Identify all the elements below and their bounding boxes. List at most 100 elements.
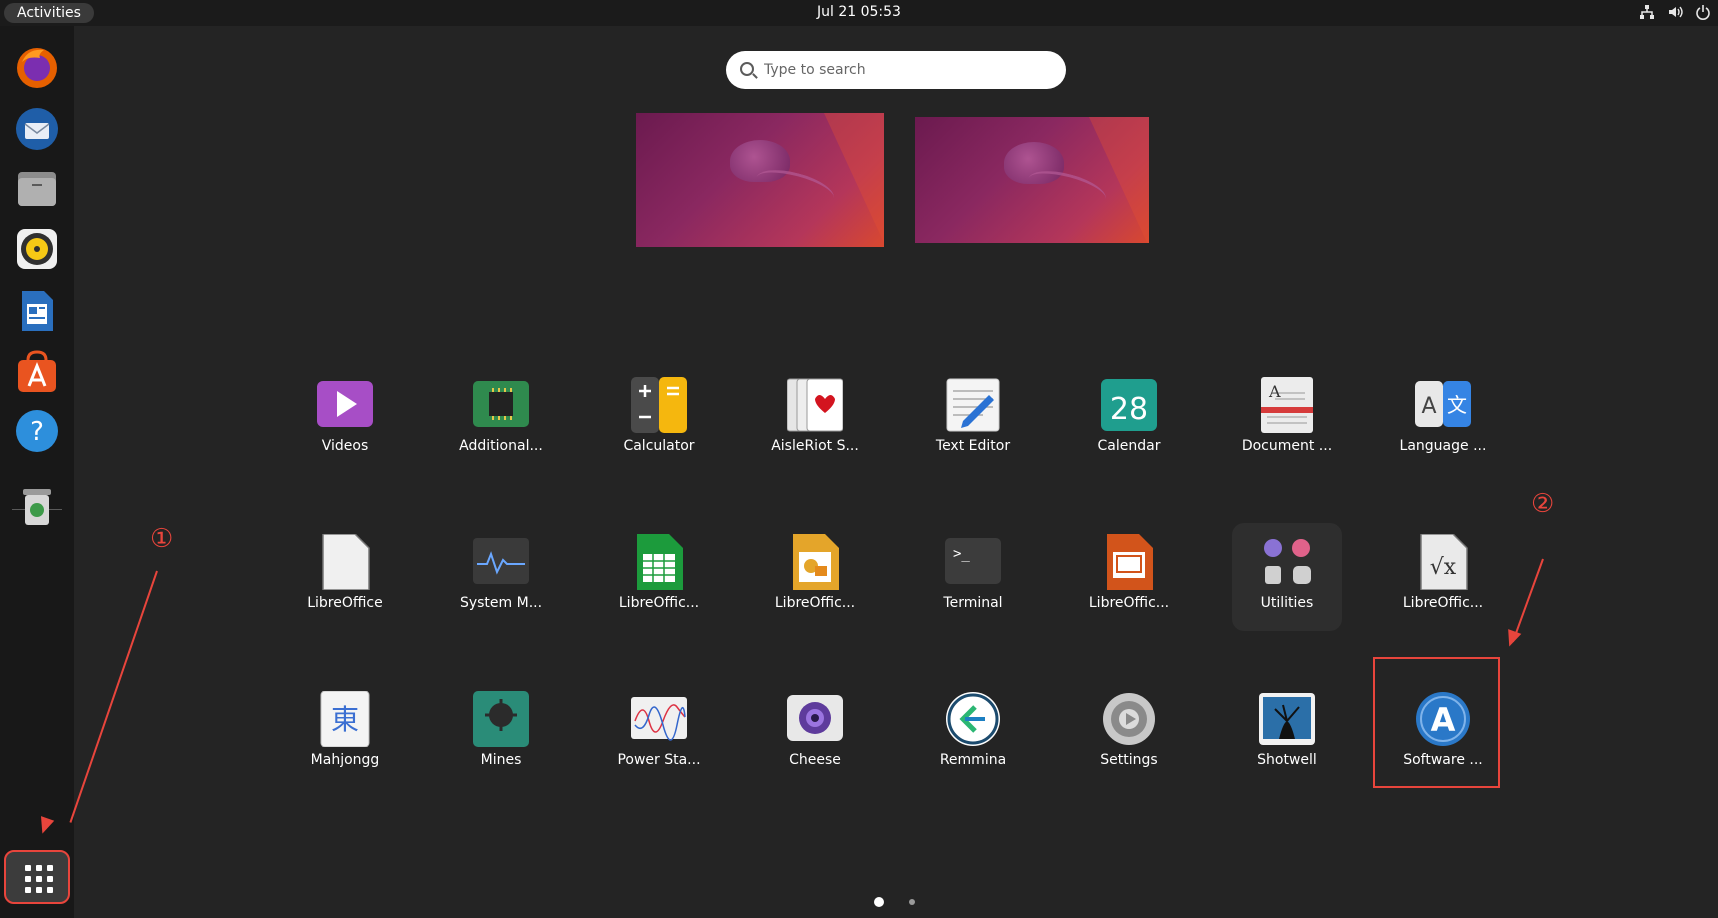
mahjongg-icon: 東 bbox=[317, 690, 373, 748]
app-cheese[interactable]: Cheese bbox=[760, 680, 870, 788]
app-calendar[interactable]: 28 Calendar bbox=[1074, 366, 1184, 474]
writer-icon[interactable] bbox=[14, 288, 60, 334]
firefox-icon[interactable] bbox=[14, 44, 60, 90]
app-label: LibreOffic... bbox=[1402, 595, 1484, 611]
impress-icon bbox=[1101, 534, 1157, 590]
app-label: Additional... bbox=[459, 438, 543, 454]
thunderbird-icon[interactable] bbox=[14, 106, 60, 152]
step-1-marker: ① bbox=[150, 524, 174, 554]
app-libreoffic[interactable]: LibreOffic... bbox=[1074, 523, 1184, 631]
text-editor-icon bbox=[945, 377, 1001, 433]
app-libreoffice[interactable]: LibreOffice bbox=[290, 523, 400, 631]
app-shotwell[interactable]: Shotwell bbox=[1232, 680, 1342, 788]
app-libreoffic[interactable]: LibreOffic... bbox=[760, 523, 870, 631]
network-icon[interactable] bbox=[1638, 4, 1656, 22]
app-label: Cheese bbox=[789, 752, 841, 768]
arrow-2-line bbox=[1511, 558, 1544, 643]
app-label: Calculator bbox=[623, 438, 695, 454]
system-monitor-icon bbox=[473, 534, 529, 590]
settings-icon bbox=[1101, 691, 1157, 747]
app-utilities[interactable]: Utilities bbox=[1232, 523, 1342, 631]
app-label: LibreOffic... bbox=[618, 595, 700, 611]
software-icon[interactable] bbox=[14, 348, 60, 394]
page-indicator-1[interactable] bbox=[874, 897, 884, 907]
svg-text:>_: >_ bbox=[953, 546, 970, 562]
power-stats-icon bbox=[631, 691, 687, 747]
app-label: AisleRiot S... bbox=[771, 438, 859, 454]
calculator-icon bbox=[631, 377, 687, 433]
arrow-1-line bbox=[69, 570, 158, 823]
svg-text:28: 28 bbox=[1110, 392, 1148, 427]
workspace-thumbnail-1[interactable] bbox=[636, 113, 884, 247]
grid-icon bbox=[25, 865, 53, 893]
draw-icon bbox=[787, 534, 843, 590]
arrow-2-head bbox=[1502, 629, 1522, 649]
app-mahjongg[interactable]: 東 Mahjongg bbox=[290, 680, 400, 788]
app-document[interactable]: A Document ... bbox=[1232, 366, 1342, 474]
mines-icon bbox=[473, 691, 529, 747]
files-icon[interactable] bbox=[14, 166, 60, 212]
app-label: Videos bbox=[321, 438, 369, 454]
app-label: LibreOffic... bbox=[1088, 595, 1170, 611]
search-icon bbox=[740, 62, 754, 76]
terminal-icon: >_ bbox=[945, 534, 1001, 590]
app-additional[interactable]: Additional... bbox=[446, 366, 556, 474]
svg-text:√x: √x bbox=[1430, 555, 1457, 580]
rhythmbox-icon[interactable] bbox=[14, 226, 60, 272]
app-label: Settings bbox=[1100, 752, 1158, 768]
svg-text:A: A bbox=[1268, 382, 1281, 401]
trash-icon[interactable] bbox=[14, 483, 60, 529]
svg-text:東: 東 bbox=[331, 703, 359, 736]
app-language[interactable]: A 文 Language ... bbox=[1388, 366, 1498, 474]
app-label: Power Sta... bbox=[617, 752, 701, 768]
svg-text:?: ? bbox=[30, 417, 44, 447]
app-power-sta[interactable]: Power Sta... bbox=[604, 680, 714, 788]
app-system-m[interactable]: System M... bbox=[446, 523, 556, 631]
app-aisleriot-s[interactable]: AisleRiot S... bbox=[760, 366, 870, 474]
document-viewer-icon: A bbox=[1259, 377, 1315, 433]
app-mines[interactable]: Mines bbox=[446, 680, 556, 788]
app-libreoffic[interactable]: LibreOffic... bbox=[604, 523, 714, 631]
calc-icon bbox=[631, 534, 687, 590]
app-label: Remmina bbox=[939, 752, 1007, 768]
highlight-box bbox=[1373, 657, 1500, 788]
search-input[interactable] bbox=[764, 51, 1054, 89]
app-label: LibreOffice bbox=[307, 595, 383, 611]
app-calculator[interactable]: Calculator bbox=[604, 366, 714, 474]
app-label: Language ... bbox=[1399, 438, 1487, 454]
folder-icon bbox=[1259, 534, 1315, 590]
app-label: System M... bbox=[459, 595, 543, 611]
help-icon[interactable]: ? bbox=[14, 408, 60, 454]
math-icon: √x bbox=[1415, 533, 1471, 591]
app-libreoffic[interactable]: √x LibreOffic... bbox=[1388, 523, 1498, 631]
app-videos[interactable]: Videos bbox=[290, 366, 400, 474]
clock[interactable]: Jul 21 05:53 bbox=[0, 4, 1718, 20]
videos-icon bbox=[317, 377, 373, 433]
app-label: Document ... bbox=[1241, 438, 1333, 454]
search-bar[interactable] bbox=[726, 51, 1066, 89]
app-label: Calendar bbox=[1097, 438, 1161, 454]
libreoffice-icon bbox=[317, 533, 373, 591]
volume-icon[interactable] bbox=[1666, 4, 1684, 22]
page-indicator-2[interactable] bbox=[909, 899, 915, 905]
system-tray[interactable] bbox=[1638, 4, 1712, 22]
dock: ? bbox=[0, 26, 74, 918]
show-applications-button[interactable] bbox=[4, 850, 70, 904]
app-label: Text Editor bbox=[935, 438, 1011, 454]
top-bar: Activities Jul 21 05:53 bbox=[0, 0, 1718, 26]
app-label: Terminal bbox=[943, 595, 1003, 611]
cards-icon bbox=[786, 377, 844, 433]
chip-icon bbox=[473, 377, 529, 433]
step-2-marker: ② bbox=[1531, 489, 1555, 519]
power-icon[interactable] bbox=[1694, 4, 1712, 22]
remmina-icon bbox=[945, 691, 1001, 747]
app-terminal[interactable]: >_ Terminal bbox=[918, 523, 1028, 631]
app-settings[interactable]: Settings bbox=[1074, 680, 1184, 788]
shotwell-icon bbox=[1259, 691, 1315, 747]
app-text-editor[interactable]: Text Editor bbox=[918, 366, 1028, 474]
language-icon: A文 bbox=[1415, 377, 1471, 433]
workspace-thumbnail-2[interactable] bbox=[915, 117, 1149, 243]
app-label: Shotwell bbox=[1257, 752, 1317, 768]
app-remmina[interactable]: Remmina bbox=[918, 680, 1028, 788]
cheese-icon bbox=[787, 691, 843, 747]
